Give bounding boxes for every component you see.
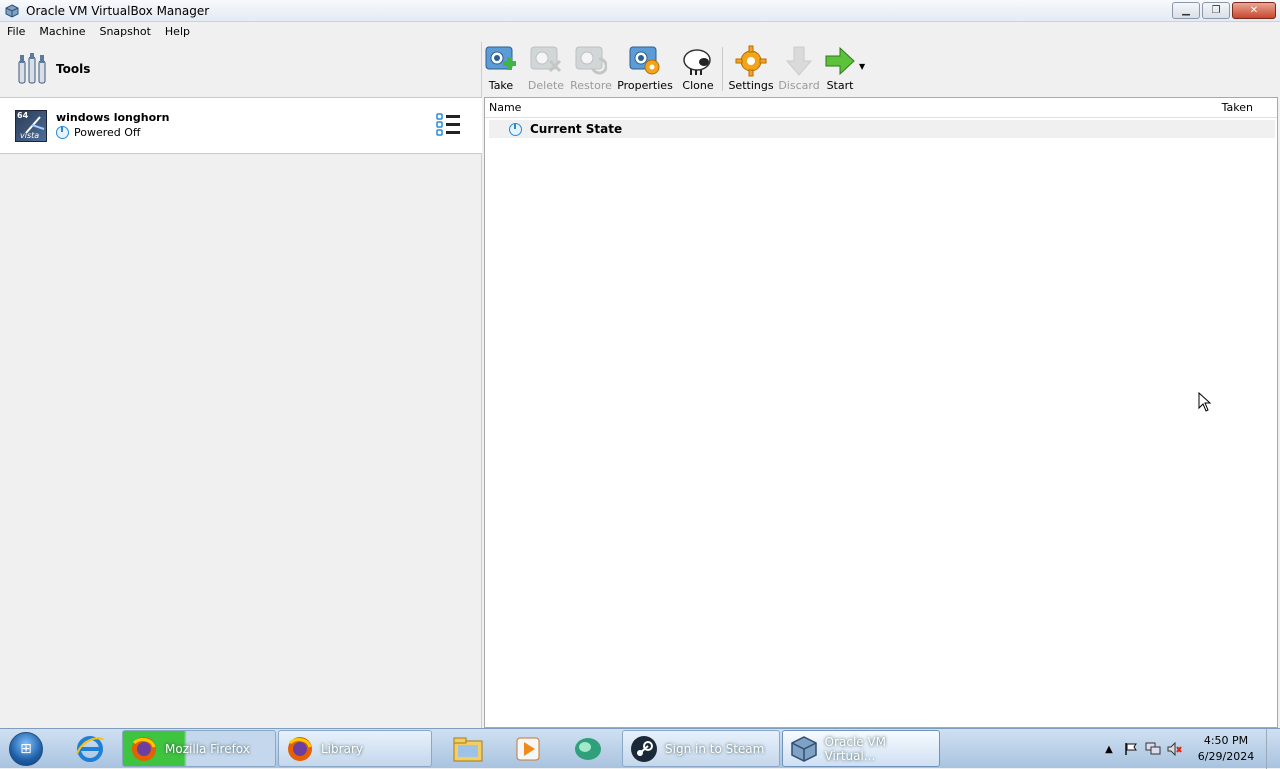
- take-snapshot-button[interactable]: Take: [484, 42, 518, 96]
- firefox-library-icon: [285, 734, 315, 764]
- taskbar: ⊞ Mozilla Firefox Library Sign in to Ste…: [0, 728, 1280, 769]
- clone-label: Clone: [682, 79, 714, 92]
- properties-button[interactable]: Properties: [617, 42, 673, 96]
- vm-state: Powered Off: [74, 125, 141, 139]
- clock-time: 4:50 PM: [1203, 734, 1249, 747]
- taskbar-ie[interactable]: [60, 730, 120, 768]
- delete-label: Delete: [527, 79, 565, 92]
- taskbar-virtualbox[interactable]: Oracle VM Virtual...: [782, 730, 940, 767]
- restore-snapshot-icon: [574, 44, 608, 78]
- steam-task-label: Sign in to Steam: [665, 741, 765, 756]
- title-bar: Oracle VM VirtualBox Manager ▁ ❐ ✕: [0, 0, 1280, 22]
- take-snapshot-icon: [484, 44, 518, 78]
- taskbar-library[interactable]: Library: [278, 730, 432, 767]
- current-state-label: Current State: [530, 122, 623, 136]
- machine-list-pane: Tools 64 vista windows longhorn Powered …: [0, 42, 482, 728]
- mouse-cursor-icon: [1198, 391, 1212, 415]
- snapshot-properties-icon: [628, 44, 662, 78]
- green-app-icon: [575, 737, 601, 760]
- os-label: vista: [20, 130, 40, 140]
- firefox-icon: [129, 734, 159, 764]
- window-title: Oracle VM VirtualBox Manager: [26, 3, 210, 18]
- vm-details-menu-icon[interactable]: [436, 112, 462, 138]
- menu-machine[interactable]: Machine: [32, 22, 92, 42]
- column-taken-header[interactable]: Taken: [1222, 101, 1253, 114]
- clone-button[interactable]: Clone: [680, 42, 716, 96]
- delete-snapshot-icon: [529, 44, 563, 78]
- settings-label: Settings: [728, 79, 774, 92]
- menu-bar: File Machine Snapshot Help: [0, 22, 1280, 42]
- start-dropdown-caret-icon[interactable]: ▼: [859, 62, 865, 71]
- current-state-row[interactable]: Current State: [489, 120, 1275, 138]
- vm-list-item[interactable]: 64 vista windows longhorn Powered Off: [0, 97, 482, 154]
- library-task-label: Library: [321, 741, 363, 756]
- column-name-header[interactable]: Name: [489, 101, 521, 114]
- toolbar-separator: [722, 47, 723, 91]
- start-button[interactable]: Start: [823, 42, 857, 96]
- internet-explorer-icon: [76, 735, 104, 762]
- steam-icon: [629, 734, 659, 764]
- vm-name: windows longhorn: [56, 110, 170, 124]
- menu-help[interactable]: Help: [158, 22, 197, 42]
- snapshot-toolbar: Take Delete Restore Properties Clone Set…: [484, 42, 1280, 96]
- restore-label: Restore: [570, 79, 612, 92]
- network-icon[interactable]: [1142, 738, 1164, 760]
- windows-vista-os-icon: 64 vista: [15, 109, 47, 142]
- current-state-icon: [509, 122, 522, 136]
- clock-date: 6/29/2024: [1197, 750, 1255, 763]
- taskbar-green-app[interactable]: [558, 730, 618, 768]
- tools-item[interactable]: Tools: [0, 42, 482, 96]
- properties-label: Properties: [617, 79, 673, 92]
- firefox-task-label: Mozilla Firefox: [165, 741, 250, 756]
- discard-arrow-icon: [782, 44, 816, 78]
- system-tray: ▲ 4:50 PM 6/29/2024: [1098, 729, 1280, 769]
- restore-snapshot-button[interactable]: Restore: [569, 42, 613, 96]
- show-desktop-button[interactable]: [1266, 729, 1280, 769]
- snapshot-tree[interactable]: Name Taken Current State: [484, 97, 1278, 728]
- virtualbox-icon: [4, 3, 20, 19]
- discard-button[interactable]: Discard: [778, 42, 820, 96]
- start-label: Start: [826, 79, 854, 92]
- taskbar-explorer[interactable]: [438, 730, 498, 768]
- taskbar-media-player[interactable]: [498, 730, 558, 768]
- discard-label: Discard: [778, 79, 820, 92]
- restore-window-button[interactable]: ❐: [1202, 2, 1230, 19]
- tools-label: Tools: [56, 62, 91, 76]
- virtualbox-task-label: Oracle VM Virtual...: [824, 734, 887, 763]
- take-label: Take: [488, 79, 514, 92]
- windows-logo-icon: ⊞: [9, 731, 43, 766]
- delete-snapshot-button[interactable]: Delete: [526, 42, 566, 96]
- taskbar-steam[interactable]: Sign in to Steam: [622, 730, 780, 767]
- start-button-orb[interactable]: ⊞: [6, 729, 46, 769]
- tools-icon: [15, 52, 49, 86]
- clock[interactable]: 4:50 PM 6/29/2024: [1186, 733, 1266, 765]
- action-center-flag-icon[interactable]: [1120, 738, 1142, 760]
- show-hidden-icons-icon[interactable]: ▲: [1098, 738, 1120, 760]
- clone-sheep-icon: [681, 44, 715, 78]
- volume-muted-icon[interactable]: [1164, 738, 1186, 760]
- start-arrow-icon: [823, 44, 857, 78]
- menu-snapshot[interactable]: Snapshot: [92, 22, 157, 42]
- snapshot-pane: Take Delete Restore Properties Clone Set…: [484, 42, 1280, 728]
- folder-icon: [453, 737, 483, 761]
- settings-gear-icon: [734, 44, 768, 78]
- minimize-button[interactable]: ▁: [1172, 2, 1200, 19]
- taskbar-firefox[interactable]: Mozilla Firefox: [122, 730, 276, 767]
- power-off-icon: [56, 126, 69, 139]
- menu-file[interactable]: File: [0, 22, 32, 42]
- close-button[interactable]: ✕: [1232, 2, 1276, 19]
- media-player-icon: [516, 737, 540, 760]
- settings-button[interactable]: Settings: [728, 42, 774, 96]
- snapshot-tree-header: Name Taken: [485, 98, 1277, 118]
- virtualbox-taskbar-icon: [789, 734, 819, 764]
